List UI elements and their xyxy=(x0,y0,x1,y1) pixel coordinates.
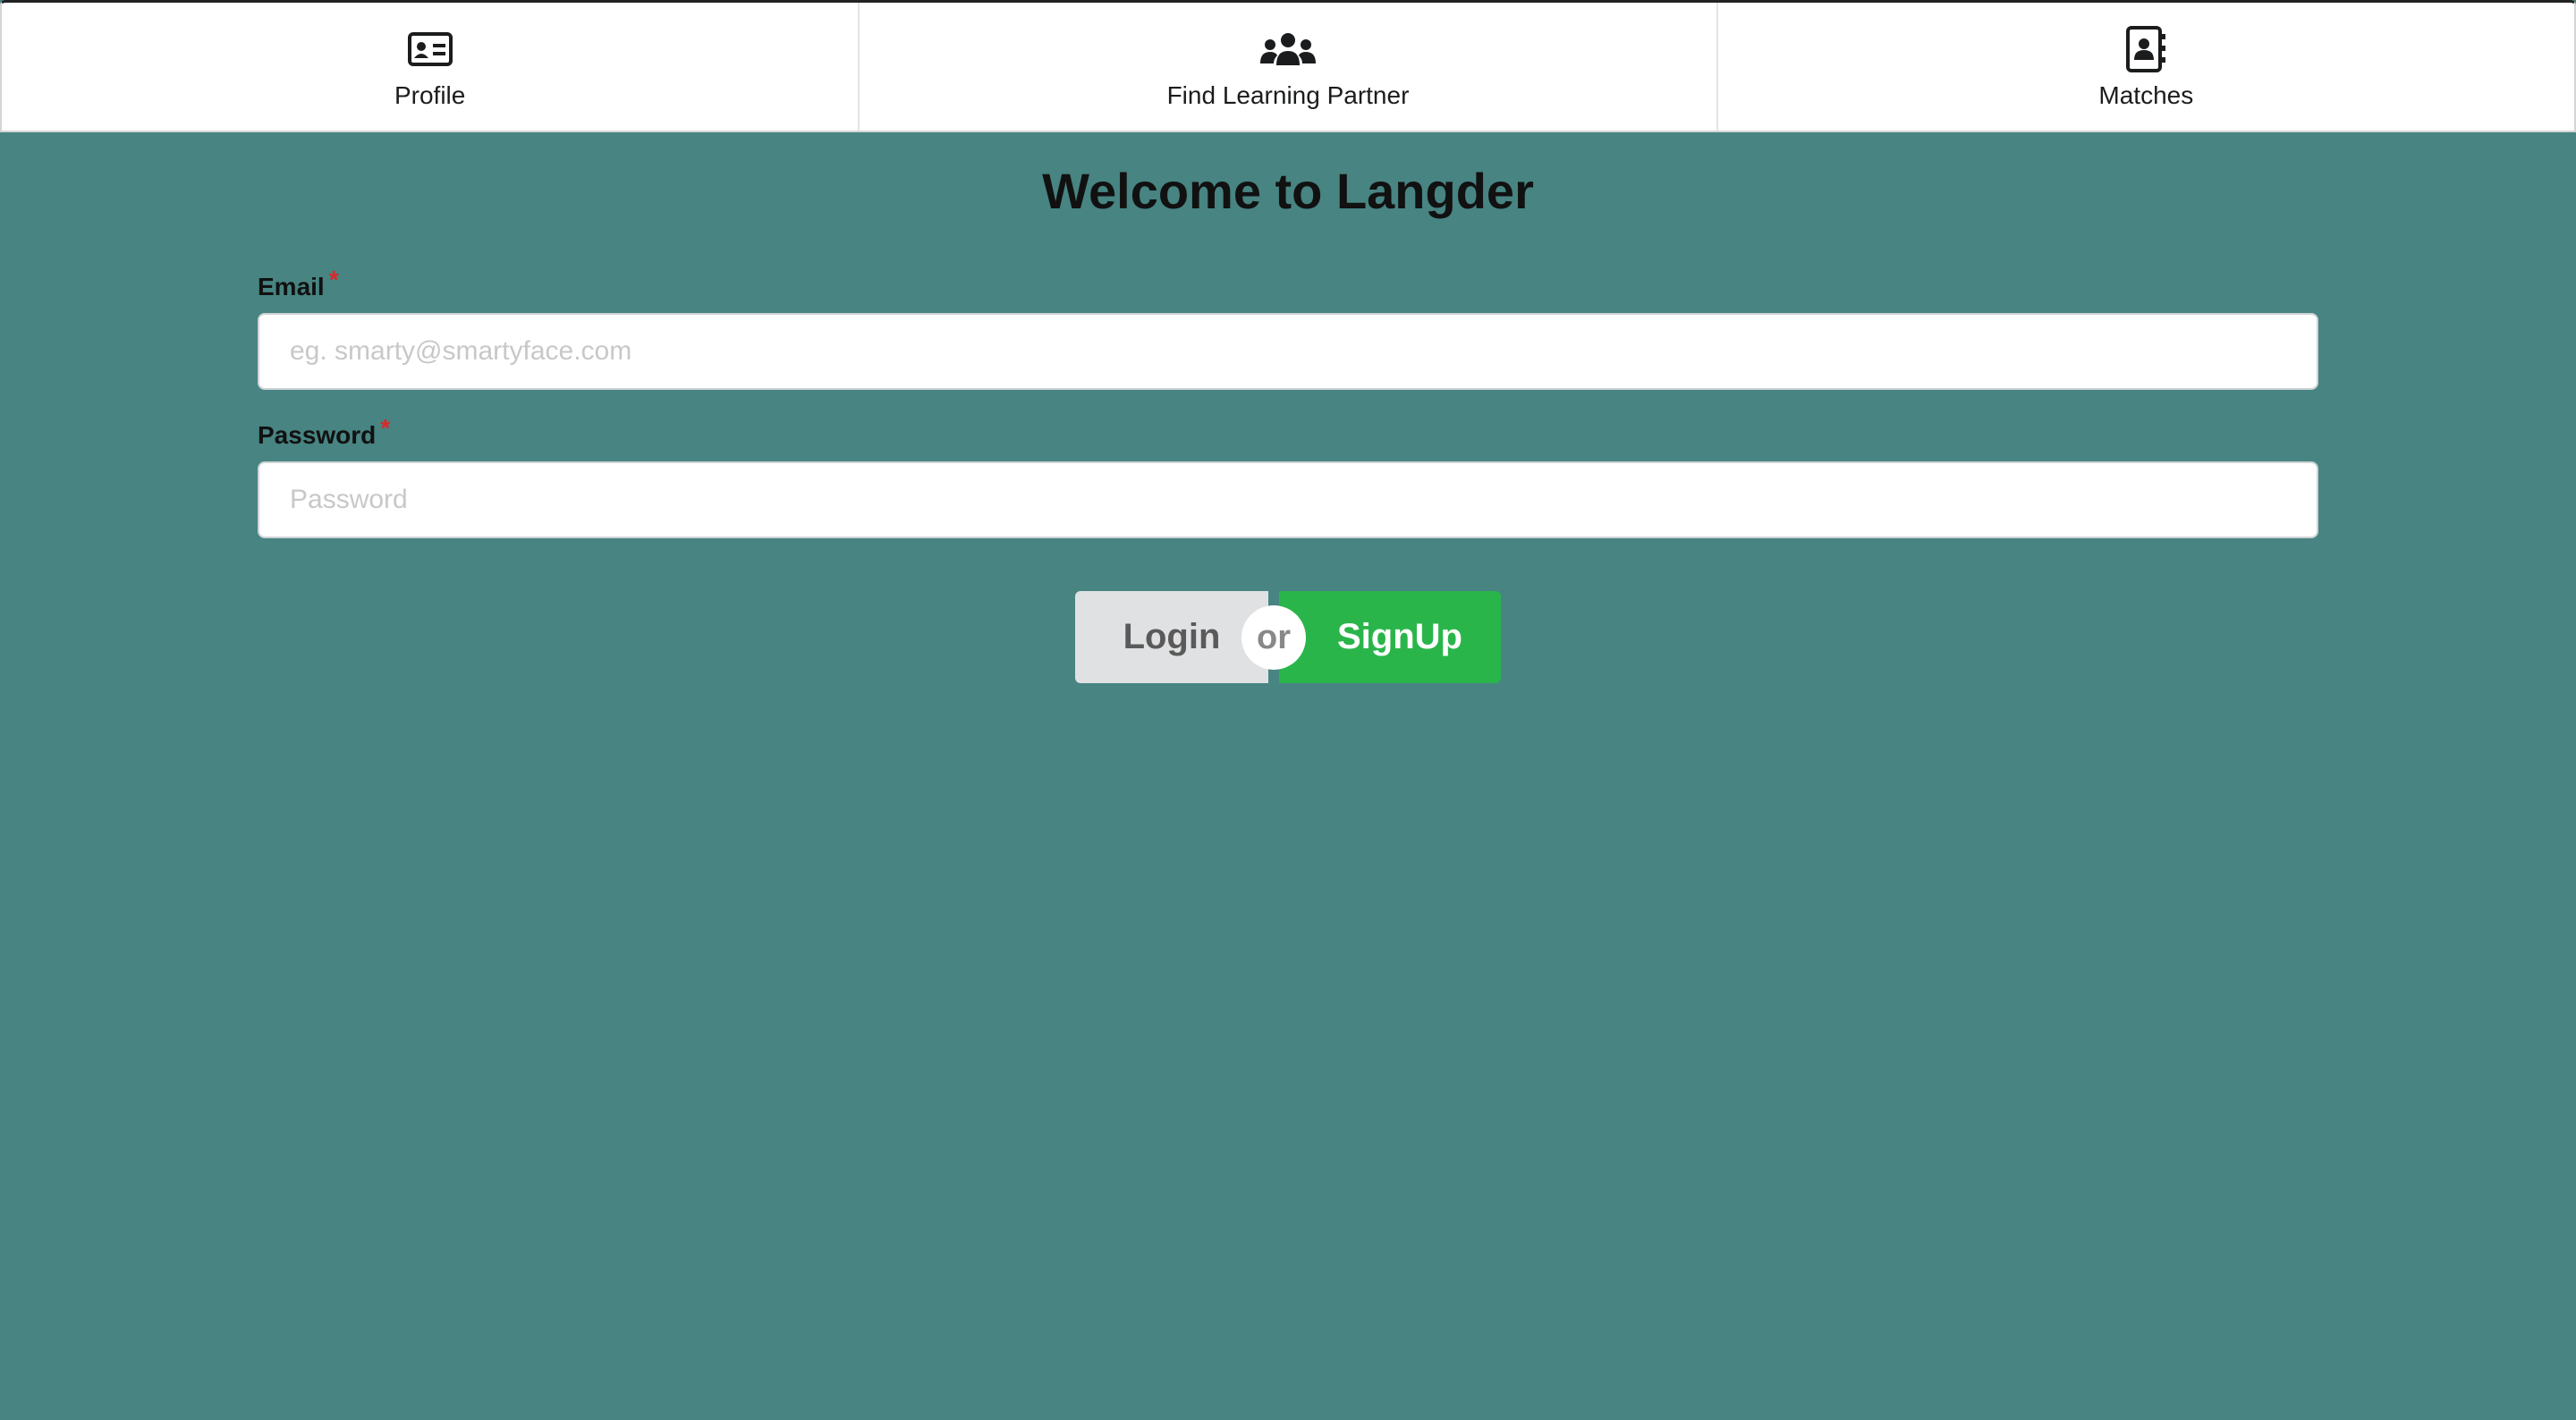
email-field-group: Email * xyxy=(258,266,2318,390)
login-button[interactable]: Login xyxy=(1075,591,1268,683)
users-icon xyxy=(1259,28,1317,71)
required-asterisk: * xyxy=(380,414,391,442)
nav-label-profile: Profile xyxy=(394,81,466,109)
email-input[interactable] xyxy=(258,313,2318,390)
email-label-text: Email xyxy=(258,273,325,300)
password-label: Password * xyxy=(258,414,390,451)
or-divider: or xyxy=(1241,605,1306,670)
nav-label-matches: Matches xyxy=(2098,81,2194,109)
address-book-icon xyxy=(2117,26,2174,72)
id-card-icon xyxy=(402,28,459,71)
page-title: Welcome to Langder xyxy=(1042,163,1534,219)
password-label-text: Password xyxy=(258,421,377,449)
nav-item-matches[interactable]: Matches xyxy=(1718,3,2574,131)
nav-label-find-learning-partner: Find Learning Partner xyxy=(1166,81,1410,109)
auth-button-group: Login or SignUp xyxy=(1075,591,1501,683)
password-field-group: Password * xyxy=(258,414,2318,538)
top-nav-menu: Profile Find Learning Partner Matches xyxy=(0,0,2576,132)
signup-button[interactable]: SignUp xyxy=(1279,591,1501,683)
password-input[interactable] xyxy=(258,461,2318,538)
required-asterisk: * xyxy=(328,266,339,293)
nav-item-find-learning-partner[interactable]: Find Learning Partner xyxy=(860,3,1718,131)
email-label: Email * xyxy=(258,266,339,302)
nav-item-profile[interactable]: Profile xyxy=(2,3,860,131)
